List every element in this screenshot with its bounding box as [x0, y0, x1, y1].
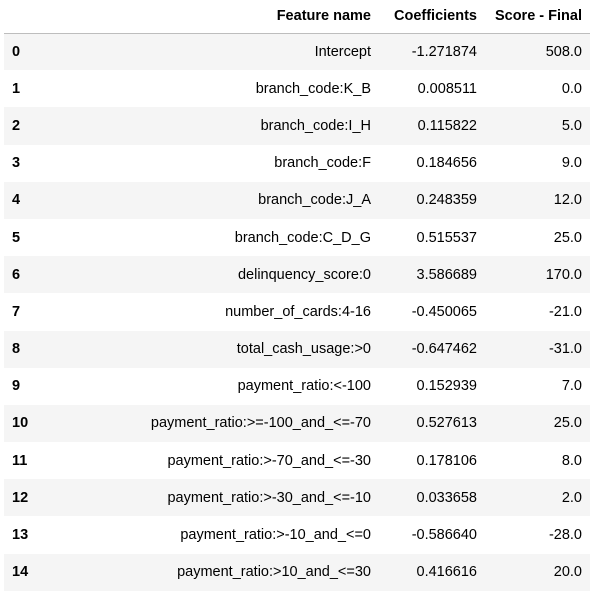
feature-name-cell: number_of_cards:4-16 — [225, 303, 371, 320]
table-row: 1 branch_code:K_B 0.008511 0.0 — [4, 70, 590, 108]
score-cell: 9.0 — [561, 155, 582, 172]
coefficient-cell: -0.586640 — [411, 527, 477, 544]
coefficient-cell: -1.271874 — [411, 43, 477, 60]
row-index: 14 — [12, 564, 29, 581]
coefficient-cell: 0.008511 — [417, 80, 477, 97]
score-cell: -31.0 — [548, 341, 582, 358]
feature-name-cell: payment_ratio:>-10_and_<=0 — [180, 527, 371, 544]
row-index: 6 — [12, 266, 21, 283]
coefficient-cell: 0.152939 — [416, 378, 477, 395]
table-row: 13 payment_ratio:>-10_and_<=0 -0.586640 … — [4, 516, 590, 554]
row-index: 11 — [12, 452, 28, 469]
table-row: 3 branch_code:F 0.184656 9.0 — [4, 144, 590, 182]
table-row: 14 payment_ratio:>10_and_<=30 0.416616 2… — [4, 553, 590, 591]
row-index: 4 — [12, 192, 21, 209]
row-index: 3 — [12, 155, 21, 172]
feature-name-cell: branch_code:I_H — [260, 117, 371, 134]
score-cell: 20.0 — [553, 564, 582, 581]
row-index: 13 — [12, 527, 29, 544]
score-cell: 2.0 — [561, 489, 582, 506]
coefficients-column-header: Coefficients — [379, 0, 485, 34]
table-row: 12 payment_ratio:>-30_and_<=-10 0.033658… — [4, 479, 590, 517]
row-index: 1 — [12, 80, 21, 97]
table-body: 0 Intercept -1.271874 508.0 1 branch_cod… — [4, 33, 590, 591]
feature-name-cell: total_cash_usage:>0 — [236, 341, 371, 358]
score-final-column-header: Score - Final — [485, 0, 590, 34]
score-cell: 0.0 — [561, 80, 582, 97]
index-column-header — [4, 0, 64, 34]
row-index: 7 — [12, 303, 21, 320]
table-row: 9 payment_ratio:<-100 0.152939 7.0 — [4, 367, 590, 405]
feature-name-cell: Intercept — [314, 43, 371, 60]
feature-name-column-header: Feature name — [64, 0, 379, 34]
feature-name-cell: branch_code:K_B — [255, 80, 371, 97]
coefficient-cell: 0.527613 — [416, 415, 477, 432]
feature-name-cell: branch_code:C_D_G — [234, 229, 371, 246]
dataframe-table: Feature name Coefficients Score - Final … — [4, 0, 590, 591]
table-row: 7 number_of_cards:4-16 -0.450065 -21.0 — [4, 293, 590, 331]
score-cell: 12.0 — [553, 192, 582, 209]
score-cell: -28.0 — [548, 527, 582, 544]
row-index: 12 — [12, 489, 29, 506]
score-cell: 7.0 — [561, 378, 582, 395]
dataframe-output: Feature name Coefficients Score - Final … — [0, 0, 598, 591]
coefficient-cell: -0.450065 — [411, 303, 477, 320]
row-index: 8 — [12, 341, 21, 358]
feature-name-cell: payment_ratio:<-100 — [237, 378, 371, 395]
feature-name-cell: payment_ratio:>10_and_<=30 — [177, 564, 371, 581]
table-row: 11 payment_ratio:>-70_and_<=-30 0.178106… — [4, 442, 590, 480]
feature-name-cell: payment_ratio:>-30_and_<=-10 — [167, 489, 371, 506]
coefficient-cell: 0.184656 — [416, 155, 477, 172]
table-header: Feature name Coefficients Score - Final — [4, 0, 590, 34]
table-row: 0 Intercept -1.271874 508.0 — [4, 33, 590, 71]
row-index: 9 — [12, 378, 21, 395]
coefficient-cell: -0.647462 — [411, 341, 477, 358]
table-row: 5 branch_code:C_D_G 0.515537 25.0 — [4, 218, 590, 257]
row-index: 5 — [12, 229, 21, 246]
feature-name-cell: branch_code:J_A — [258, 192, 371, 209]
coefficient-cell: 3.586689 — [416, 266, 477, 283]
table-row: 10 payment_ratio:>=-100_and_<=-70 0.5276… — [4, 404, 590, 443]
coefficient-cell: 0.248359 — [416, 192, 477, 209]
table-row: 8 total_cash_usage:>0 -0.647462 -31.0 — [4, 330, 590, 368]
score-cell: 170.0 — [545, 266, 582, 283]
table-row: 4 branch_code:J_A 0.248359 12.0 — [4, 181, 590, 219]
feature-name-cell: branch_code:F — [274, 155, 371, 172]
header-row: Feature name Coefficients Score - Final — [4, 0, 590, 34]
row-index: 10 — [12, 415, 29, 432]
table-row: 6 delinquency_score:0 3.586689 170.0 — [4, 256, 590, 294]
coefficient-cell: 0.515537 — [416, 229, 477, 246]
feature-name-cell: payment_ratio:>=-100_and_<=-70 — [150, 415, 371, 432]
coefficient-cell: 0.416616 — [416, 564, 477, 581]
feature-name-cell: delinquency_score:0 — [237, 266, 371, 283]
table-row: 2 branch_code:I_H 0.115822 5.0 — [4, 107, 590, 145]
score-cell: 508.0 — [545, 43, 582, 60]
score-cell: 5.0 — [561, 117, 582, 134]
score-cell: 25.0 — [553, 415, 582, 432]
coefficient-cell: 0.178106 — [416, 452, 477, 469]
score-cell: -21.0 — [548, 303, 582, 320]
coefficient-cell: 0.115822 — [417, 117, 477, 134]
row-index: 2 — [12, 117, 21, 134]
coefficient-cell: 0.033658 — [416, 489, 477, 506]
score-cell: 8.0 — [561, 452, 582, 469]
score-cell: 25.0 — [553, 229, 582, 246]
feature-name-cell: payment_ratio:>-70_and_<=-30 — [167, 452, 371, 469]
row-index: 0 — [12, 43, 21, 60]
